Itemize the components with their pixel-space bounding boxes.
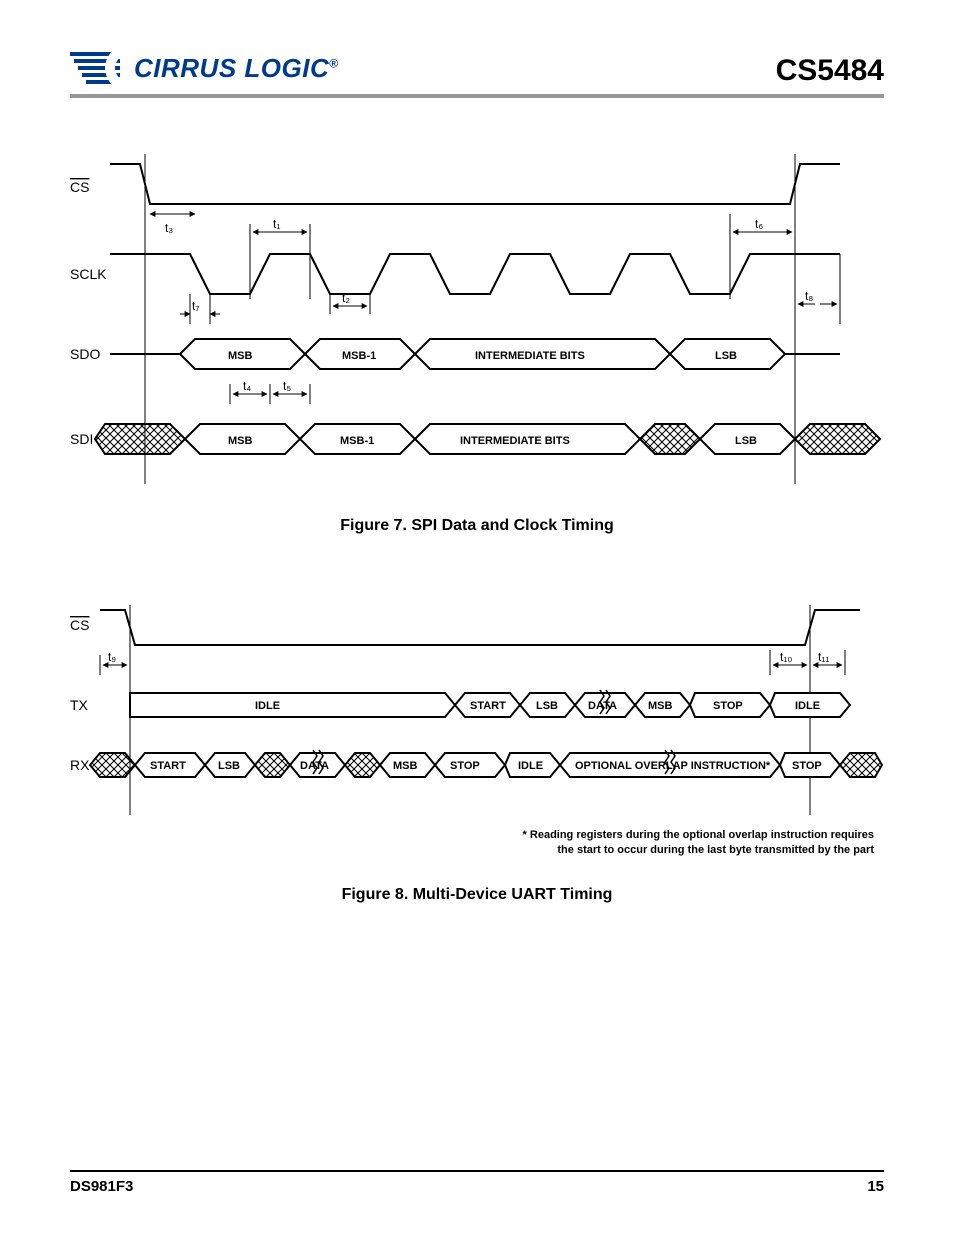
svg-text:t₁: t₁ (273, 217, 280, 231)
sdo-label: SDO (70, 346, 100, 362)
page-header: CIRRUS LOGIC® CS5484 (70, 48, 884, 98)
svg-text:t₈: t₈ (805, 289, 813, 303)
svg-text:STOP: STOP (713, 700, 743, 712)
svg-text:STOP: STOP (450, 760, 480, 772)
svg-text:IDLE: IDLE (255, 700, 280, 712)
rx-label: RX (70, 757, 90, 773)
cs-label: CS (70, 179, 89, 195)
doc-id: DS981F3 (70, 1178, 133, 1195)
svg-text:DATA: DATA (300, 760, 329, 772)
svg-text:MSB: MSB (393, 760, 418, 772)
svg-text:t₄: t₄ (243, 379, 251, 393)
page-footer: DS981F3 15 (70, 1170, 884, 1195)
svg-text:t₇: t₇ (192, 299, 199, 313)
company-logo: CIRRUS LOGIC® (70, 48, 339, 88)
svg-text:START: START (470, 700, 506, 712)
figure-7-caption: Figure 7. SPI Data and Clock Timing (70, 517, 884, 535)
svg-text:t₅: t₅ (283, 379, 291, 393)
sclk-label: SCLK (70, 266, 107, 282)
svg-text:STOP: STOP (792, 760, 822, 772)
svg-text:LSB: LSB (536, 700, 558, 712)
svg-text:LSB: LSB (735, 435, 757, 447)
figure-8-footnote: * Reading registers during the optional … (70, 828, 874, 858)
svg-text:OPTIONAL OVERLAP INSTRUCTION*: OPTIONAL OVERLAP INSTRUCTION* (575, 760, 771, 772)
tx-label: TX (70, 697, 89, 713)
cs-label-2: CS (70, 617, 89, 633)
svg-text:IDLE: IDLE (795, 700, 820, 712)
sdi-label: SDI (70, 431, 93, 447)
svg-text:LSB: LSB (218, 760, 240, 772)
svg-text:t₉: t₉ (108, 650, 116, 664)
svg-text:IDLE: IDLE (518, 760, 543, 772)
svg-text:MSB: MSB (228, 350, 253, 362)
svg-text:INTERMEDIATE BITS: INTERMEDIATE BITS (460, 435, 570, 447)
svg-text:DATA: DATA (588, 700, 617, 712)
svg-text:MSB-1: MSB-1 (342, 350, 376, 362)
svg-text:MSB-1: MSB-1 (340, 435, 374, 447)
svg-text:t₂: t₂ (342, 291, 350, 305)
figure-8: CS t₉ t₁₀ t₁₁ TX (70, 605, 884, 904)
svg-text:INTERMEDIATE BITS: INTERMEDIATE BITS (475, 350, 585, 362)
figure-8-caption: Figure 8. Multi-Device UART Timing (70, 886, 884, 904)
svg-text:MSB: MSB (228, 435, 253, 447)
svg-text:t₆: t₆ (755, 217, 763, 231)
figure-7: CS t₃ SCLK t₁ t₂ t₆ (70, 154, 884, 535)
svg-text:t₁₀: t₁₀ (780, 650, 792, 664)
svg-text:START: START (150, 760, 186, 772)
logo-mark-icon (70, 48, 124, 88)
svg-text:t₁₁: t₁₁ (818, 650, 829, 664)
svg-text:MSB: MSB (648, 700, 673, 712)
svg-text:t₃: t₃ (165, 221, 173, 235)
page-number: 15 (867, 1178, 884, 1195)
svg-text:LSB: LSB (715, 350, 737, 362)
part-number: CS5484 (776, 54, 884, 88)
company-name: CIRRUS LOGIC® (134, 53, 339, 84)
